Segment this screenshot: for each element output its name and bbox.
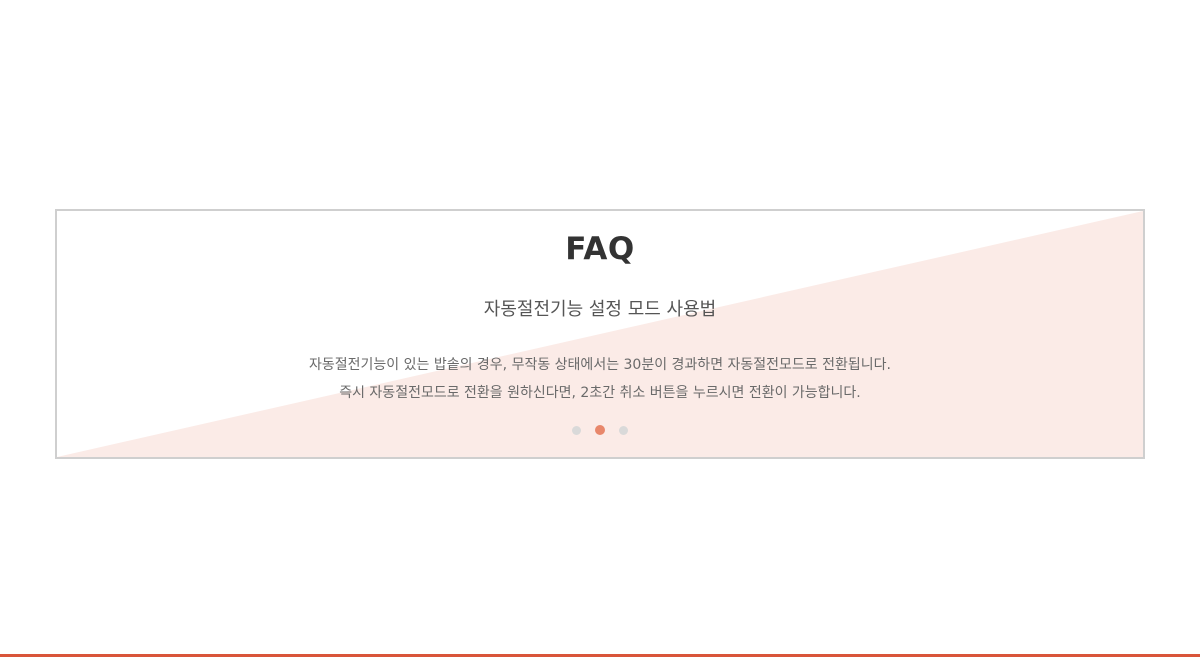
pagination-dot-3[interactable] <box>619 426 628 435</box>
faq-answer-line-1: 자동절전기능이 있는 밥솥의 경우, 무작동 상태에서는 30분이 경과하면 자… <box>309 357 891 373</box>
faq-answer: 자동절전기능이 있는 밥솥의 경우, 무작동 상태에서는 30분이 경과하면 자… <box>57 351 1143 407</box>
faq-slider-box: FAQ 자동절전기능 설정 모드 사용법 자동절전기능이 있는 밥솥의 경우, … <box>55 209 1145 459</box>
slide-pagination <box>57 425 1143 435</box>
faq-title: FAQ <box>565 231 635 267</box>
faq-answer-line-2: 즉시 자동절전모드로 전환을 원하신다면, 2초간 취소 버튼을 누르시면 전환… <box>339 385 861 401</box>
pagination-dot-1[interactable] <box>572 426 581 435</box>
faq-slide: FAQ 자동절전기능 설정 모드 사용법 자동절전기능이 있는 밥솥의 경우, … <box>57 211 1143 457</box>
pagination-dot-2-active[interactable] <box>595 425 605 435</box>
faq-question: 자동절전기능 설정 모드 사용법 <box>483 299 717 320</box>
page: FAQ 자동절전기능 설정 모드 사용법 자동절전기능이 있는 밥솥의 경우, … <box>0 0 1200 657</box>
